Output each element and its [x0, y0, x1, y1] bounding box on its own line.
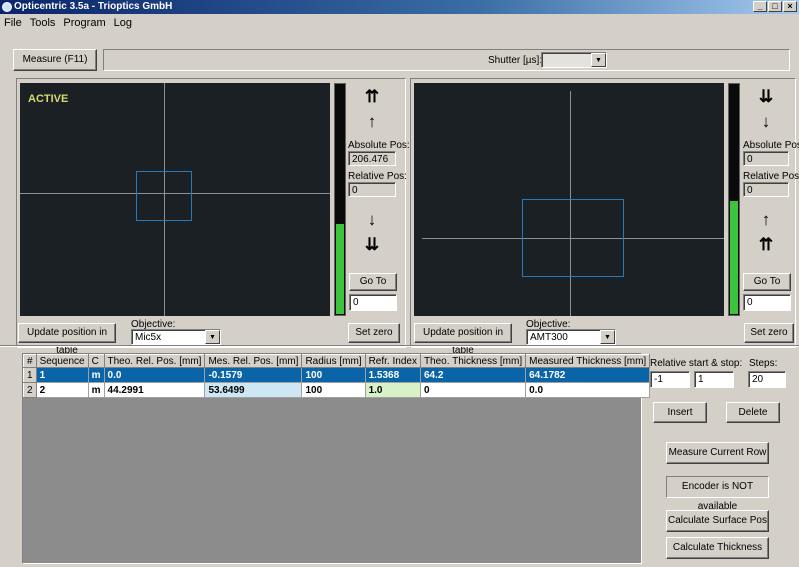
row-index[interactable]: 2	[23, 382, 37, 398]
right-goto-button[interactable]: Go To	[743, 273, 791, 291]
col-header-c[interactable]: C	[87, 354, 105, 368]
cell-radius[interactable]: 100	[301, 382, 366, 398]
col-header-index[interactable]: #	[23, 354, 37, 368]
active-status-label: ACTIVE	[28, 93, 69, 105]
left-goto-button[interactable]: Go To	[349, 273, 397, 291]
right-camera-view[interactable]	[414, 83, 724, 316]
right-abs-pos-label: Absolute Pos:	[743, 140, 799, 151]
fast-up-icon[interactable]: ⇈	[350, 88, 394, 106]
right-set-zero-button[interactable]: Set zero	[744, 323, 794, 343]
steps-input[interactable]: 20	[748, 371, 786, 388]
col-header-theo-rel-pos[interactable]: Theo. Rel. Pos. [mm]	[103, 354, 206, 368]
right-signal-meter	[728, 83, 740, 316]
left-rel-pos-value: 0	[348, 182, 396, 197]
panel-divider	[0, 345, 799, 347]
right-rel-pos-label: Relative Pos:	[743, 171, 799, 182]
calculate-thickness-button[interactable]: Calculate Thickness	[666, 537, 769, 559]
fast-down-icon[interactable]: ⇊	[350, 236, 394, 254]
up-icon[interactable]: ↑	[744, 211, 788, 229]
cell-theo-thickness[interactable]: 0	[419, 382, 527, 398]
measure-current-row-button[interactable]: Measure Current Row	[666, 442, 769, 464]
menu-program[interactable]: Program	[63, 14, 105, 32]
table-header-row: # Sequence C Theo. Rel. Pos. [mm] Mes. R…	[23, 354, 651, 368]
left-objective-value: Mic5x	[135, 332, 162, 343]
cell-measured-thickness[interactable]: 0.0	[525, 382, 651, 398]
close-button[interactable]: ×	[783, 1, 797, 12]
shutter-label: Shutter [µs]:	[488, 55, 543, 66]
chevron-down-icon: ▼	[591, 53, 606, 67]
delete-button[interactable]: Delete	[726, 402, 780, 423]
cell-theo-rel-pos[interactable]: 44.2991	[103, 382, 206, 398]
col-header-refr-index[interactable]: Refr. Index	[364, 354, 421, 368]
menu-tools[interactable]: Tools	[30, 14, 56, 32]
right-update-position-button[interactable]: Update position in table	[414, 323, 512, 356]
relative-start-stop-label: Relative start & stop:	[650, 358, 743, 369]
chevron-down-icon: ▼	[205, 330, 220, 344]
down-icon[interactable]: ↓	[744, 113, 788, 131]
fast-up-icon[interactable]: ⇈	[744, 236, 788, 254]
right-abs-pos-value: 0	[743, 151, 789, 166]
minimize-button[interactable]: _	[753, 1, 767, 12]
cell-refr-index[interactable]: 1.0	[364, 382, 421, 398]
relative-stop-input[interactable]: 1	[694, 371, 734, 388]
left-objective-select[interactable]: Mic5x ▼	[131, 329, 221, 345]
measure-button[interactable]: Measure (F11)	[13, 49, 97, 71]
chevron-down-icon: ▼	[600, 330, 615, 344]
row-index[interactable]: 1	[23, 367, 37, 383]
title-bar: Opticentric 3.5a - Trioptics GmbH _ □ ×	[0, 0, 799, 14]
right-goto-input[interactable]: 0	[743, 294, 791, 311]
left-goto-input[interactable]: 0	[349, 294, 397, 311]
cell-theo-thickness[interactable]: 64.2	[419, 367, 527, 383]
insert-button[interactable]: Insert	[653, 402, 707, 423]
cell-radius[interactable]: 100	[301, 367, 366, 383]
calculate-surface-pos-button[interactable]: Calculate Surface Pos	[666, 510, 769, 532]
roi-box	[522, 199, 624, 277]
table-row[interactable]: 1 1 m 0.0 -0.1579 100 1.5368 64.2 64.178…	[23, 367, 651, 383]
left-set-zero-button[interactable]: Set zero	[348, 323, 400, 343]
col-header-measured-thickness[interactable]: Measured Thickness [mm]	[525, 354, 651, 368]
left-abs-pos-label: Absolute Pos:	[348, 140, 410, 151]
cell-c[interactable]: m	[87, 367, 105, 383]
down-icon[interactable]: ↓	[350, 211, 394, 229]
col-header-sequence[interactable]: Sequence	[35, 354, 89, 368]
menu-bar: File Tools Program Log	[0, 14, 799, 32]
col-header-radius[interactable]: Radius [mm]	[301, 354, 366, 368]
right-objective-value: AMT300	[530, 332, 568, 343]
cell-theo-rel-pos[interactable]: 0.0	[103, 367, 206, 383]
cell-mes-rel-pos[interactable]: 53.6499	[204, 382, 303, 398]
sequence-grid[interactable]: # Sequence C Theo. Rel. Pos. [mm] Mes. R…	[22, 353, 651, 564]
right-meter-fill	[730, 200, 738, 314]
left-camera-view[interactable]: ACTIVE	[20, 83, 330, 316]
col-header-mes-rel-pos[interactable]: Mes. Rel. Pos. [mm]	[204, 354, 303, 368]
cell-sequence[interactable]: 2	[35, 382, 89, 398]
roi-box	[136, 171, 192, 221]
sequence-table: # Sequence C Theo. Rel. Pos. [mm] Mes. R…	[23, 354, 651, 398]
fast-down-icon[interactable]: ⇊	[744, 88, 788, 106]
left-meter-fill	[336, 223, 344, 314]
left-rel-pos-label: Relative Pos:	[348, 171, 407, 182]
left-signal-meter	[334, 83, 346, 316]
menu-file[interactable]: File	[4, 14, 22, 32]
steps-label: Steps:	[749, 358, 778, 369]
left-abs-pos-value: 206.476	[348, 151, 396, 166]
status-field	[103, 49, 790, 71]
cell-mes-rel-pos[interactable]: -0.1579	[204, 367, 303, 383]
window-title: Opticentric 3.5a - Trioptics GmbH	[14, 1, 173, 12]
left-update-position-button[interactable]: Update position in table	[18, 323, 116, 356]
cell-measured-thickness[interactable]: 64.1782	[525, 367, 651, 383]
cell-c[interactable]: m	[87, 382, 105, 398]
cell-refr-index[interactable]: 1.5368	[364, 367, 421, 383]
right-objective-select[interactable]: AMT300 ▼	[526, 329, 616, 345]
right-rel-pos-value: 0	[743, 182, 789, 197]
cell-sequence[interactable]: 1	[35, 367, 89, 383]
col-header-theo-thickness[interactable]: Theo. Thickness [mm]	[419, 354, 527, 368]
relative-start-input[interactable]: -1	[650, 371, 690, 388]
table-row[interactable]: 2 2 m 44.2991 53.6499 100 1.0 0 0.0	[23, 382, 651, 398]
menu-log[interactable]: Log	[114, 14, 132, 32]
maximize-button[interactable]: □	[768, 1, 782, 12]
encoder-status: Encoder is NOT available	[666, 476, 769, 512]
shutter-select[interactable]: ▼	[541, 52, 607, 68]
app-icon	[2, 2, 12, 12]
up-icon[interactable]: ↑	[350, 113, 394, 131]
